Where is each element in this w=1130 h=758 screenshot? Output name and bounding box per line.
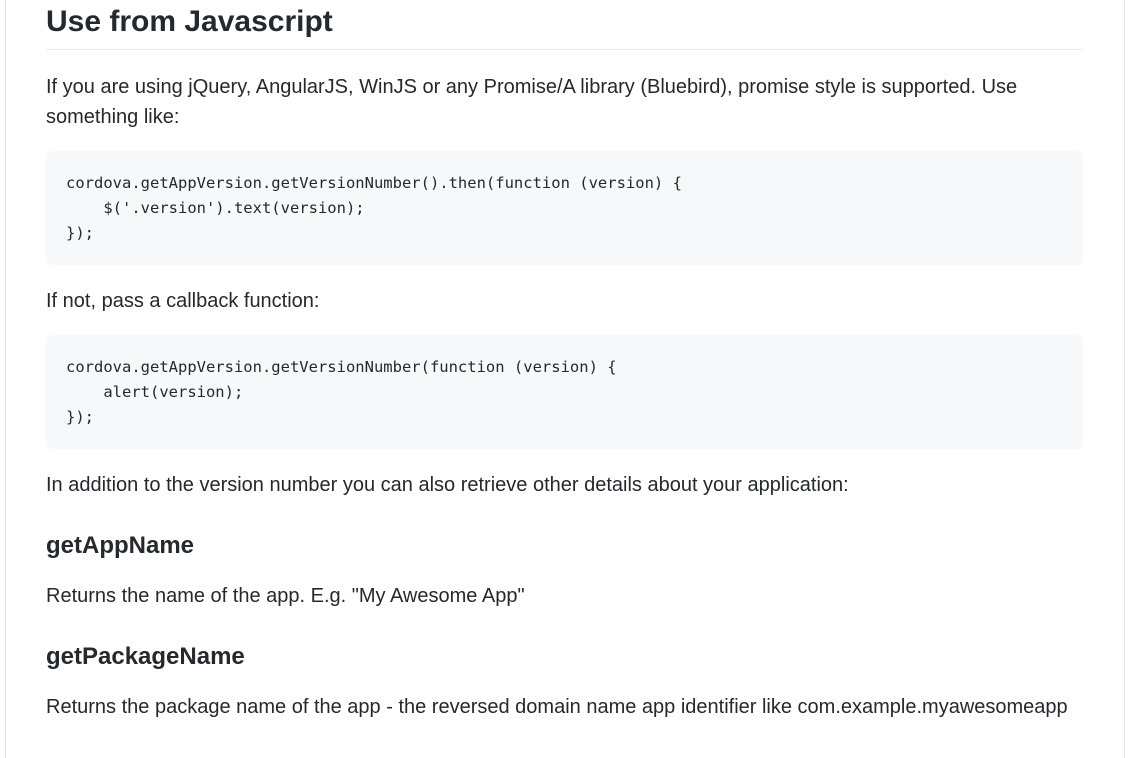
callback-paragraph: If not, pass a callback function: [46,290,320,312]
details-paragraph: In addition to the version number you ca… [46,474,849,496]
code-block-callback[interactable]: cordova.getAppVersion.getVersionNumber(f… [46,335,1083,449]
method-description-getpackagename: Returns the package name of the app - th… [46,696,1068,718]
method-description-getappname: Returns the name of the app. E.g. "My Aw… [46,585,525,607]
intro-line-2: something like: [46,106,180,128]
method-heading-getappname: getAppName [46,532,195,559]
method-heading-getpackagename: getPackageName [46,643,245,670]
intro-paragraph: If you are using jQuery, AngularJS, WinJ… [46,72,1066,132]
intro-line-1: If you are using jQuery, AngularJS, WinJ… [46,76,1018,98]
code-block-promise[interactable]: cordova.getAppVersion.getVersionNumber()… [46,151,1083,265]
section-heading: Use from Javascript [46,4,1083,50]
